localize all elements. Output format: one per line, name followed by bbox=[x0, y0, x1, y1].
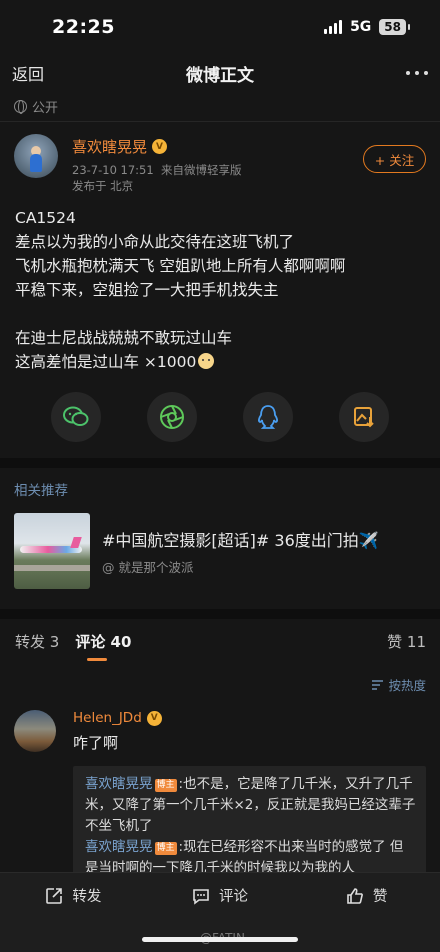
tab-like[interactable]: 赞 11 bbox=[387, 631, 426, 652]
back-button[interactable]: 返回 bbox=[12, 61, 44, 85]
post-meta: 23-7-10 17:51 来自微博轻享版 发布于 北京 bbox=[72, 162, 242, 194]
comment-content: Helen_JDd V 咋了啊 喜欢瞎晃晃 博主:也不是，它是降了几千米，又升了几… bbox=[73, 710, 426, 886]
visibility-row: 公开 bbox=[0, 92, 440, 122]
commenter-avatar[interactable] bbox=[14, 710, 56, 752]
save-image-icon bbox=[354, 407, 374, 428]
post-header: 喜欢瞎晃晃 V 23-7-10 17:51 来自微博轻享版 发布于 北京 + 关… bbox=[0, 122, 440, 194]
section-divider bbox=[0, 609, 440, 619]
comment-icon bbox=[193, 888, 209, 905]
commenter-name[interactable]: Helen_JDd bbox=[73, 710, 142, 726]
comment-item: Helen_JDd V 咋了啊 喜欢瞎晃晃 博主:也不是，它是降了几千米，又升了几… bbox=[0, 694, 440, 886]
commenter-name-row[interactable]: Helen_JDd V bbox=[73, 710, 426, 726]
post-line: 飞机水瓶抱枕满天飞 空姐趴地上所有人都啊啊啊 bbox=[15, 257, 346, 275]
more-options-icon[interactable] bbox=[406, 71, 428, 75]
like-button[interactable]: 赞 bbox=[293, 885, 440, 906]
section-divider bbox=[0, 458, 440, 468]
moments-icon bbox=[160, 405, 184, 429]
page-title: 微博正文 bbox=[186, 65, 254, 86]
nav-bar: 返回 微博正文 bbox=[0, 54, 440, 92]
post-line: CA1524 bbox=[15, 209, 76, 227]
post-line: 这高差怕是过山车 ×1000 bbox=[15, 353, 197, 371]
signal-icon bbox=[324, 20, 343, 34]
post-location: 发布于 北京 bbox=[72, 179, 134, 193]
reply-item[interactable]: 喜欢瞎晃晃 博主:也不是，它是降了几千米，又升了几千米，又降了第一个几千米×2，反… bbox=[85, 774, 416, 837]
recommend-subtitle: @ 就是那个波派 bbox=[102, 559, 194, 575]
recommend-section-title: 相关推荐 bbox=[14, 483, 68, 499]
thumbs-up-icon bbox=[347, 887, 363, 904]
reply-author[interactable]: 喜欢瞎晃晃 bbox=[85, 776, 153, 792]
comment-text: 咋了啊 bbox=[73, 734, 119, 752]
post-line-last: 这高差怕是过山车 ×1000 bbox=[15, 350, 425, 374]
reply-thread[interactable]: 喜欢瞎晃晃 博主:也不是，它是降了几千米，又升了几千米，又降了第一个几千米×2，反… bbox=[73, 766, 426, 886]
save-image-button[interactable] bbox=[339, 392, 389, 442]
like-label: 赞 bbox=[372, 889, 388, 905]
visibility-label: 公开 bbox=[32, 101, 59, 116]
post-line: 平稳下来，空姐捡了一大把手机找失主 bbox=[15, 281, 279, 299]
sort-control[interactable]: 按热度 bbox=[0, 663, 440, 694]
tab-comment[interactable]: 评论 40 bbox=[75, 631, 131, 663]
bottom-action-bar: 转发 评论 赞 @FATIN bbox=[0, 872, 440, 952]
sort-icon bbox=[372, 679, 384, 690]
follow-button[interactable]: + 关注 bbox=[363, 145, 426, 173]
recommend-card[interactable]: #中国航空摄影[超话]# 36度出门拍✈️ @ 就是那个波派 bbox=[0, 499, 440, 589]
post-source: 来自微博轻享版 bbox=[161, 163, 242, 177]
recommend-title[interactable]: #中国航空摄影[超话]# 36度出门拍✈️ bbox=[102, 527, 379, 551]
recommend-text: #中国航空摄影[超话]# 36度出门拍✈️ @ 就是那个波派 bbox=[102, 527, 379, 576]
qq-share-button[interactable] bbox=[243, 392, 293, 442]
post-line: 差点以为我的小命从此交待在这班飞机了 bbox=[15, 233, 295, 251]
post-timestamp: 23-7-10 17:51 bbox=[72, 163, 154, 177]
qq-icon bbox=[258, 405, 278, 429]
tab-repost[interactable]: 转发 3 bbox=[15, 631, 59, 663]
wechat-icon bbox=[63, 406, 89, 426]
vip-badge-icon: V bbox=[152, 139, 168, 154]
vip-badge-icon: V bbox=[146, 710, 162, 726]
dog-emoji-icon bbox=[198, 353, 215, 369]
recommend-thumbnail[interactable] bbox=[14, 513, 90, 589]
post-line bbox=[15, 302, 425, 326]
action-row: 转发 评论 赞 bbox=[0, 873, 440, 918]
network-label: 5G bbox=[350, 19, 372, 35]
status-indicators: 5G 58 bbox=[324, 19, 410, 35]
author-info: 喜欢瞎晃晃 V 23-7-10 17:51 来自微博轻享版 发布于 北京 bbox=[72, 134, 242, 194]
globe-icon bbox=[14, 100, 27, 114]
share-row bbox=[0, 374, 440, 442]
comment-label: 评论 bbox=[219, 889, 248, 905]
interaction-tabs: 转发 3 评论 40 赞 11 bbox=[0, 619, 440, 663]
battery-icon: 58 bbox=[379, 19, 410, 35]
author-name[interactable]: 喜欢瞎晃晃 bbox=[72, 136, 147, 157]
status-bar: 22:25 5G 58 bbox=[0, 0, 440, 54]
post-body: CA1524 差点以为我的小命从此交待在这班飞机了 飞机水瓶抱枕满天飞 空姐趴地… bbox=[0, 194, 440, 374]
home-indicator[interactable] bbox=[142, 937, 298, 942]
sort-label: 按热度 bbox=[388, 678, 426, 693]
comment-button[interactable]: 评论 bbox=[147, 885, 294, 906]
repost-icon bbox=[46, 887, 63, 904]
wechat-share-button[interactable] bbox=[51, 392, 101, 442]
op-badge: 博主 bbox=[154, 779, 177, 792]
repost-label: 转发 bbox=[72, 889, 102, 905]
clock: 22:25 bbox=[52, 16, 115, 38]
author-name-row[interactable]: 喜欢瞎晃晃 V bbox=[72, 136, 242, 157]
author-avatar[interactable] bbox=[14, 134, 58, 178]
post-line: 在迪士尼战战兢兢不敢玩过山车 bbox=[15, 329, 233, 347]
op-badge: 博主 bbox=[154, 842, 177, 855]
repost-button[interactable]: 转发 bbox=[0, 885, 147, 906]
moments-share-button[interactable] bbox=[147, 392, 197, 442]
reply-author[interactable]: 喜欢瞎晃晃 bbox=[85, 839, 153, 855]
